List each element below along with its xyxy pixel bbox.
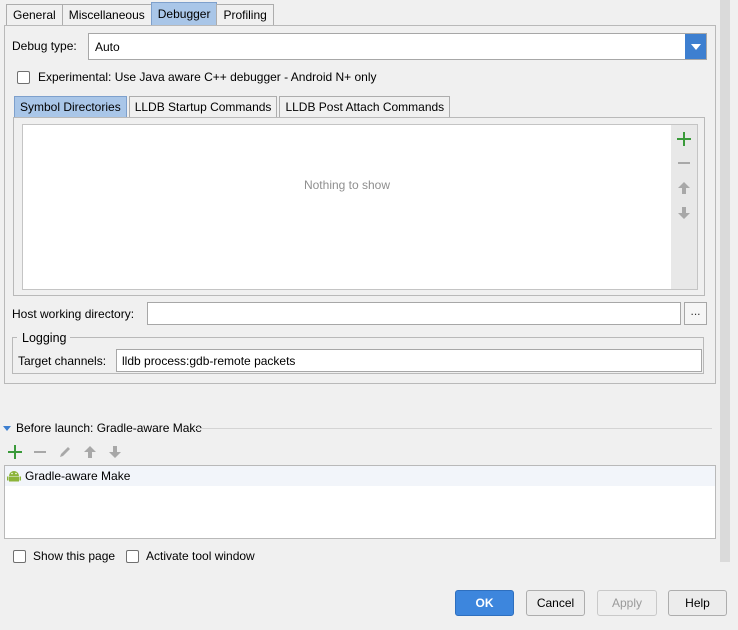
dropdown-arrow-icon[interactable] [685,34,706,59]
experimental-checkbox[interactable] [17,70,30,84]
before-launch-task-list[interactable]: Gradle-aware Make [4,465,716,539]
logging-border [70,337,704,338]
help-button[interactable]: Help [668,590,727,616]
move-down-icon[interactable] [676,205,692,221]
logging-title: Logging [21,331,68,345]
add-icon[interactable] [676,131,692,147]
add-icon[interactable] [7,444,23,460]
experimental-option: Experimental: Use Java aware C++ debugge… [17,70,377,84]
tab-lldb-post-attach-commands[interactable]: LLDB Post Attach Commands [279,96,451,117]
target-channels-value: lldb process:gdb-remote packets [122,354,296,368]
android-icon [7,469,21,483]
show-this-page-option: Show this page [13,549,115,563]
debug-type-value: Auto [95,40,120,54]
show-this-page-label: Show this page [33,549,116,563]
before-launch-header[interactable]: Before launch: Gradle-aware Make [3,421,202,435]
show-this-page-checkbox[interactable] [13,549,26,563]
activate-tool-window-label: Activate tool window [146,549,255,563]
host-working-directory-label: Host working directory: [12,307,135,321]
tab-lldb-startup-commands[interactable]: LLDB Startup Commands [128,96,278,117]
collapse-arrow-icon[interactable] [3,425,11,431]
task-label: Gradle-aware Make [25,469,131,483]
cancel-button[interactable]: Cancel [526,590,585,616]
ok-button[interactable]: OK [455,590,514,616]
debug-type-label: Debug type: [12,39,77,53]
edit-pencil-icon[interactable] [57,444,73,460]
before-launch-title: Before launch: Gradle-aware Make [16,421,203,435]
empty-list-text: Nothing to show [303,178,391,192]
host-working-directory-input[interactable] [147,302,681,325]
target-channels-label: Target channels: [18,354,107,368]
browse-button[interactable]: ... [684,302,707,325]
move-up-icon[interactable] [676,180,692,196]
debug-type-select[interactable]: Auto [88,33,707,60]
run-config-dialog: General Miscellaneous Debugger Profiling… [0,0,738,630]
apply-button[interactable]: Apply [597,590,657,616]
activate-tool-window-checkbox[interactable] [126,549,139,563]
move-up-icon[interactable] [82,444,98,460]
tab-symbol-directories[interactable]: Symbol Directories [14,96,127,117]
scroll-strip[interactable] [720,0,730,562]
experimental-label: Experimental: Use Java aware C++ debugge… [38,70,377,84]
tab-general[interactable]: General [6,4,63,26]
list-toolbar [671,124,698,290]
tab-debugger[interactable]: Debugger [150,2,218,26]
tab-miscellaneous[interactable]: Miscellaneous [61,4,152,26]
target-channels-input[interactable]: lldb process:gdb-remote packets [116,349,702,372]
logging-border [12,337,17,338]
remove-icon[interactable] [32,444,48,460]
move-down-icon[interactable] [107,444,123,460]
inner-tab-bar: Symbol Directories LLDB Startup Commands… [14,96,452,117]
activate-tool-window-option: Activate tool window [126,549,255,563]
top-tab-bar: General Miscellaneous Debugger Profiling [6,2,274,26]
remove-icon[interactable] [676,155,692,171]
before-launch-divider [196,428,712,429]
tab-profiling[interactable]: Profiling [216,4,274,26]
list-item[interactable]: Gradle-aware Make [5,466,715,486]
symbol-directories-list[interactable]: Nothing to show [22,124,672,290]
